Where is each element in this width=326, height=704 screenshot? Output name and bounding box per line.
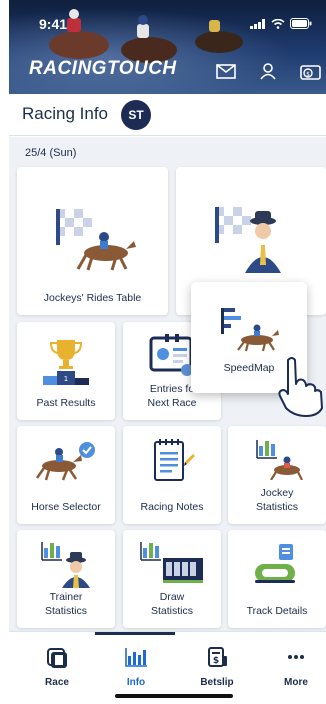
battery-icon: [290, 18, 312, 29]
tile-racing-notes[interactable]: Racing Notes: [123, 426, 221, 524]
trainer-table-icon: [215, 207, 281, 273]
wallet-icon: $: [300, 65, 321, 80]
entries-card-icon: [149, 334, 193, 376]
label-line-1: Jockey: [260, 487, 294, 499]
tile-label: Jockey Statistics: [228, 486, 326, 514]
pointing-hand-icon: [278, 357, 323, 417]
label-line-2: Statistics: [44, 605, 87, 617]
tile-jockeys-rides-table[interactable]: Jockeys' Rides Table: [17, 167, 168, 315]
active-tab-indicator: [95, 632, 175, 635]
trainer-stats-icon: [41, 542, 90, 588]
tile-trainer-statistics[interactable]: Trainer Statistics: [17, 530, 115, 628]
signal-icon: [250, 18, 265, 29]
home-indicator[interactable]: [115, 694, 233, 698]
label-line-1: Trainer: [49, 591, 83, 603]
tile-label: Draw Statistics: [123, 590, 221, 618]
page-title: Racing Info: [22, 104, 108, 123]
svg-text:$: $: [306, 71, 310, 78]
betslip-icon: $: [208, 647, 227, 667]
draw-stats-icon: [140, 542, 203, 583]
racing-info-bar: Racing Info ST: [9, 94, 326, 136]
header-banner: 9:41 RACINGTOUCH $: [9, 0, 326, 94]
tile-horse-selector[interactable]: Horse Selector: [17, 426, 115, 524]
tile-past-results[interactable]: 1 Past Results: [17, 322, 115, 420]
tab-label: Betslip: [200, 677, 234, 688]
more-icon: [288, 655, 304, 659]
status-icons: [250, 18, 312, 29]
trophy-podium-icon: 1: [43, 340, 89, 385]
wifi-icon: [271, 18, 285, 29]
tile-label: Horse Selector: [31, 501, 101, 513]
tab-more[interactable]: More: [261, 646, 326, 688]
label-line-2: Statistics: [255, 501, 298, 513]
tile-label: Past Results: [36, 397, 96, 409]
race-icon: [47, 648, 67, 668]
tile-draw-statistics[interactable]: Draw Statistics: [123, 530, 221, 628]
tab-betslip[interactable]: $ Betslip: [182, 646, 252, 688]
race-date: 25/4 (Sun): [25, 147, 77, 159]
horse-selector-icon: [35, 442, 95, 481]
tab-label: Info: [126, 677, 146, 688]
user-icon: [260, 63, 276, 80]
status-time: 9:41: [39, 16, 68, 32]
svg-text:1: 1: [64, 375, 68, 383]
track-icon: [255, 544, 295, 583]
tab-info[interactable]: Info: [101, 646, 171, 688]
wallet-button[interactable]: $: [299, 60, 323, 82]
tile-label: Jockeys' Rides Table: [43, 292, 142, 304]
info-chart-icon: [125, 648, 147, 667]
notes-icon: [154, 439, 195, 481]
venue-badge[interactable]: ST: [121, 100, 151, 130]
profile-button[interactable]: [256, 60, 280, 82]
app-logo: RACINGTOUCH: [29, 58, 177, 79]
tile-jockey-statistics[interactable]: Jockey Statistics: [228, 426, 326, 524]
tile-track-details[interactable]: Track Details: [228, 530, 326, 628]
tile-label: Racing Notes: [140, 501, 204, 513]
label-line-1: Draw: [159, 591, 185, 603]
label-line-2: Statistics: [150, 605, 193, 617]
speedmap-icon: [221, 308, 279, 352]
svg-text:$: $: [213, 656, 219, 666]
jockey-stats-icon: [256, 440, 303, 480]
tab-label: Race: [45, 677, 69, 688]
label-line-2: Next Race: [147, 397, 197, 409]
tab-race[interactable]: Race: [22, 646, 92, 688]
mail-icon: [216, 63, 236, 79]
tile-label: Track Details: [246, 605, 308, 617]
tab-label: More: [284, 677, 308, 688]
tile-label: Trainer Statistics: [17, 590, 115, 618]
jockeys-rides-table-icon: [55, 209, 136, 271]
mail-button[interactable]: [214, 60, 238, 82]
